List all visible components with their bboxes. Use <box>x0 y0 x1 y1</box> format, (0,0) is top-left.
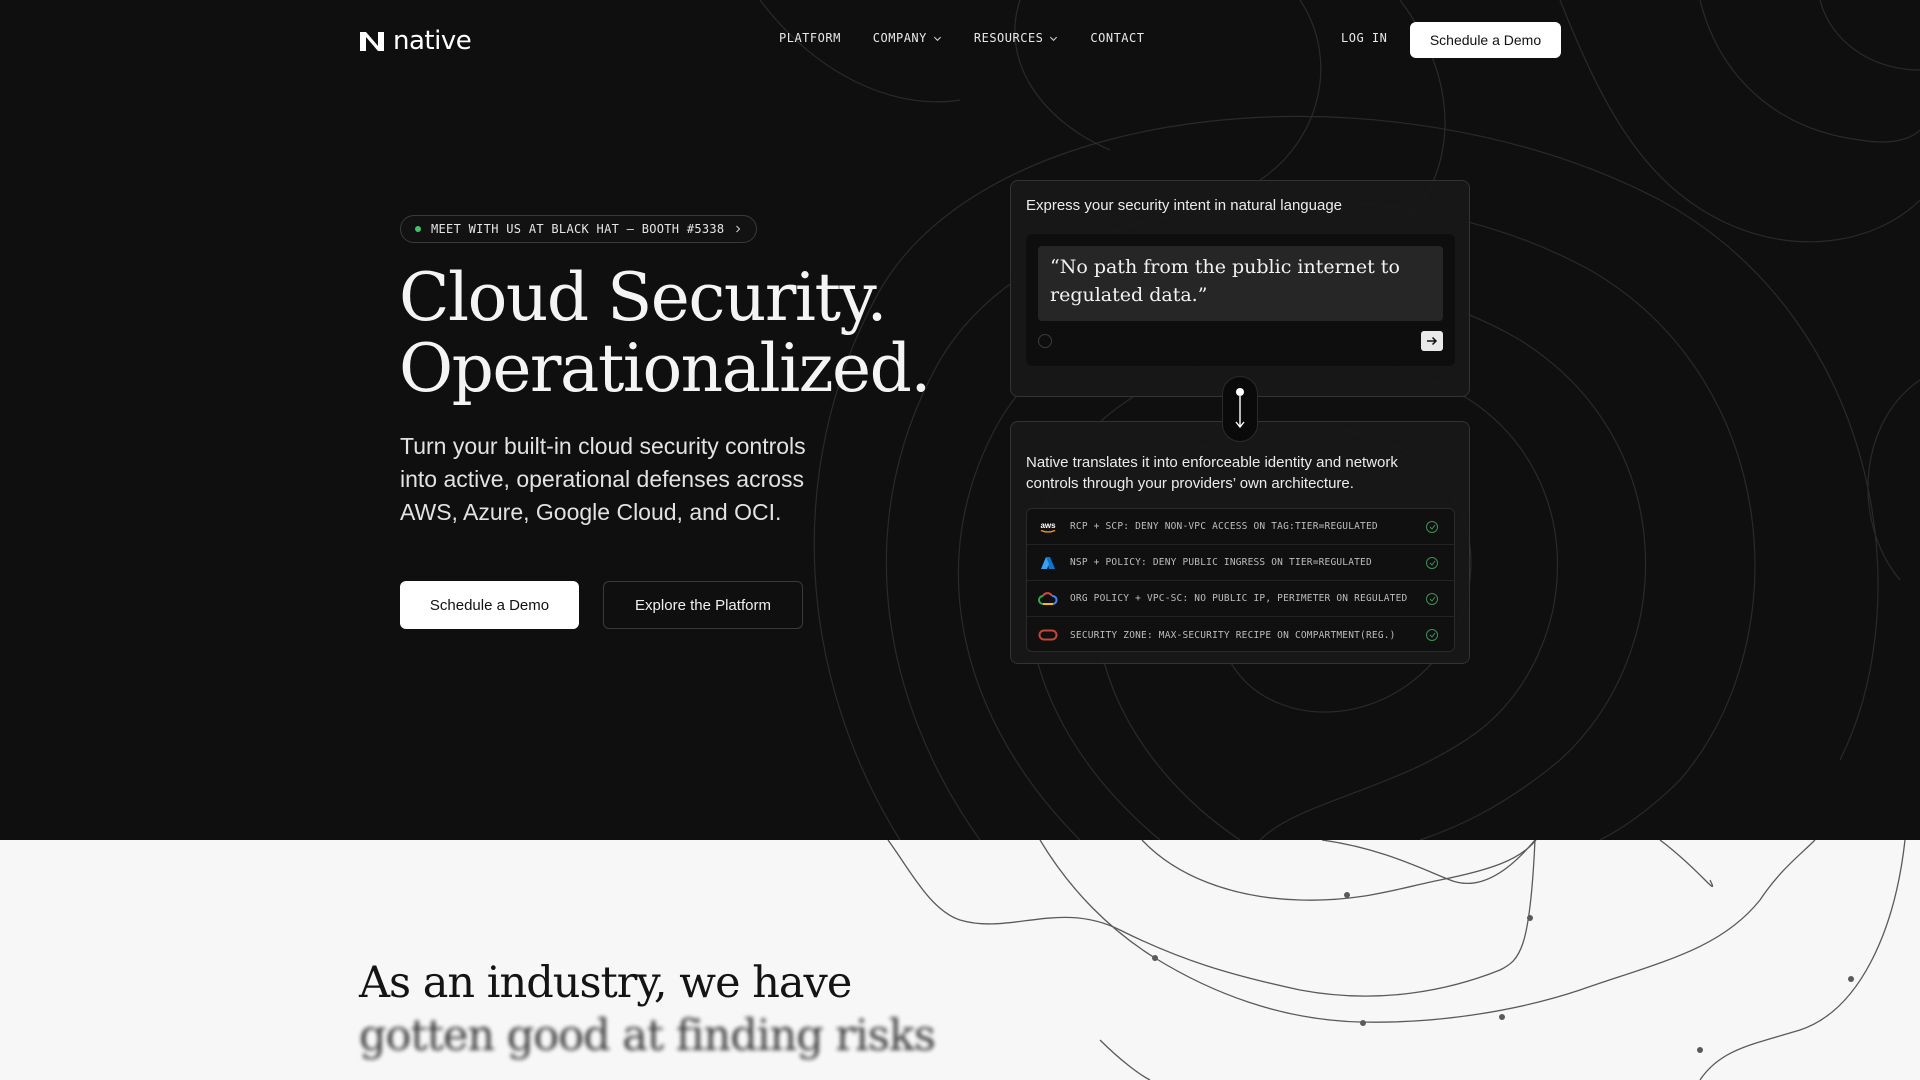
translate-connector <box>1222 376 1258 442</box>
aws-logo-icon: aws <box>1037 519 1059 535</box>
translation-card: Native translates it into enforceable id… <box>1010 421 1470 664</box>
arrow-right-icon <box>1427 336 1438 346</box>
check-icon <box>1426 520 1438 533</box>
nav-schedule-demo-button[interactable]: Schedule a Demo <box>1410 22 1561 58</box>
intent-input-area[interactable]: “No path from the public internet to reg… <box>1026 234 1455 366</box>
nav-item-platform[interactable]: PLATFORM <box>779 31 841 45</box>
policy-rule-oci: SECURITY ZONE: MAX-SECURITY RECIPE ON CO… <box>1027 617 1454 653</box>
translate-label: Native translates it into enforceable id… <box>1026 454 1398 492</box>
policy-rule-text: SECURITY ZONE: MAX-SECURITY RECIPE ON CO… <box>1070 629 1396 641</box>
contour-lines-decoration <box>887 840 1906 1080</box>
announcement-text: MEET WITH US AT BLACK HAT – BOOTH #5338 <box>431 222 725 236</box>
section-heading-line-1: As an industry, we have <box>359 958 852 1008</box>
intent-label: Express your security intent in natural … <box>1026 197 1343 214</box>
login-link[interactable]: LOG IN <box>1341 31 1387 45</box>
nav-item-label: RESOURCES <box>973 31 1044 45</box>
nav-item-label: COMPANY <box>872 31 927 45</box>
check-icon <box>1426 556 1438 569</box>
hero-subtitle: Turn your built-in cloud security contro… <box>400 433 806 525</box>
logo[interactable]: native <box>359 26 472 56</box>
arrow-down-icon <box>1235 388 1245 429</box>
policy-rules-list: aws RCP + SCP: DENY NON-VPC ACCESS ON TA… <box>1026 508 1455 652</box>
logo-text: native <box>393 26 472 56</box>
nav-item-company[interactable]: COMPANY <box>873 31 942 45</box>
policy-rule-text: ORG POLICY + VPC-SC: NO PUBLIC IP, PERIM… <box>1070 593 1408 604</box>
industry-section: As an industry, we have gotten good at f… <box>0 840 1920 1080</box>
topographic-background <box>759 0 1920 840</box>
add-icon[interactable] <box>1038 334 1052 348</box>
nav-item-contact[interactable]: CONTACT <box>1090 31 1144 45</box>
check-icon <box>1426 592 1438 605</box>
chevron-right-icon <box>736 225 741 233</box>
policy-rule-gcp: ORG POLICY + VPC-SC: NO PUBLIC IP, PERIM… <box>1027 581 1454 617</box>
policy-rule-azure: NSP + POLICY: DENY PUBLIC INGRESS ON TIE… <box>1027 545 1454 581</box>
intent-quote[interactable]: “No path from the public internet to reg… <box>1038 246 1443 321</box>
status-dot-icon <box>415 226 421 232</box>
intent-card: Express your security intent in natural … <box>1010 180 1470 397</box>
policy-rule-text: RCP + SCP: DENY NON-VPC ACCESS ON TAG:TI… <box>1070 521 1378 532</box>
hero-title-line-2: Operationalized. <box>399 330 931 407</box>
announcement-pill[interactable]: MEET WITH US AT BLACK HAT – BOOTH #5338 <box>400 215 758 243</box>
hero-section: native PLATFORM COMPANY RESOURCES CONTAC… <box>0 0 1920 840</box>
check-icon <box>1426 629 1438 641</box>
policy-rule-text: NSP + POLICY: DENY PUBLIC INGRESS ON TIE… <box>1070 557 1372 568</box>
chevron-down-icon <box>933 36 941 41</box>
policy-rule-aws: aws RCP + SCP: DENY NON-VPC ACCESS ON TA… <box>1027 509 1454 545</box>
native-logo-icon <box>360 32 384 51</box>
google-cloud-logo-icon <box>1037 591 1059 607</box>
hero-title: Cloud Security. Operationalized. <box>399 259 931 407</box>
top-navigation: native PLATFORM COMPANY RESOURCES CONTAC… <box>0 0 1920 80</box>
oracle-logo-icon <box>1037 627 1059 643</box>
schedule-demo-button[interactable]: Schedule a Demo <box>400 581 579 629</box>
explore-platform-button[interactable]: Explore the Platform <box>603 581 803 629</box>
nav-item-label: CONTACT <box>1090 31 1145 45</box>
send-button[interactable] <box>1421 331 1443 351</box>
section-heading-line-2: gotten good at finding risks <box>359 1011 936 1061</box>
nav-item-label: PLATFORM <box>779 31 841 45</box>
nav-links: PLATFORM COMPANY RESOURCES CONTACT <box>779 31 1144 45</box>
azure-logo-icon <box>1037 555 1059 571</box>
svg-text:aws: aws <box>1040 521 1056 530</box>
chevron-down-icon <box>1050 36 1058 41</box>
hero-title-line-1: Cloud Security. <box>399 259 888 336</box>
nav-item-resources[interactable]: RESOURCES <box>974 31 1059 45</box>
